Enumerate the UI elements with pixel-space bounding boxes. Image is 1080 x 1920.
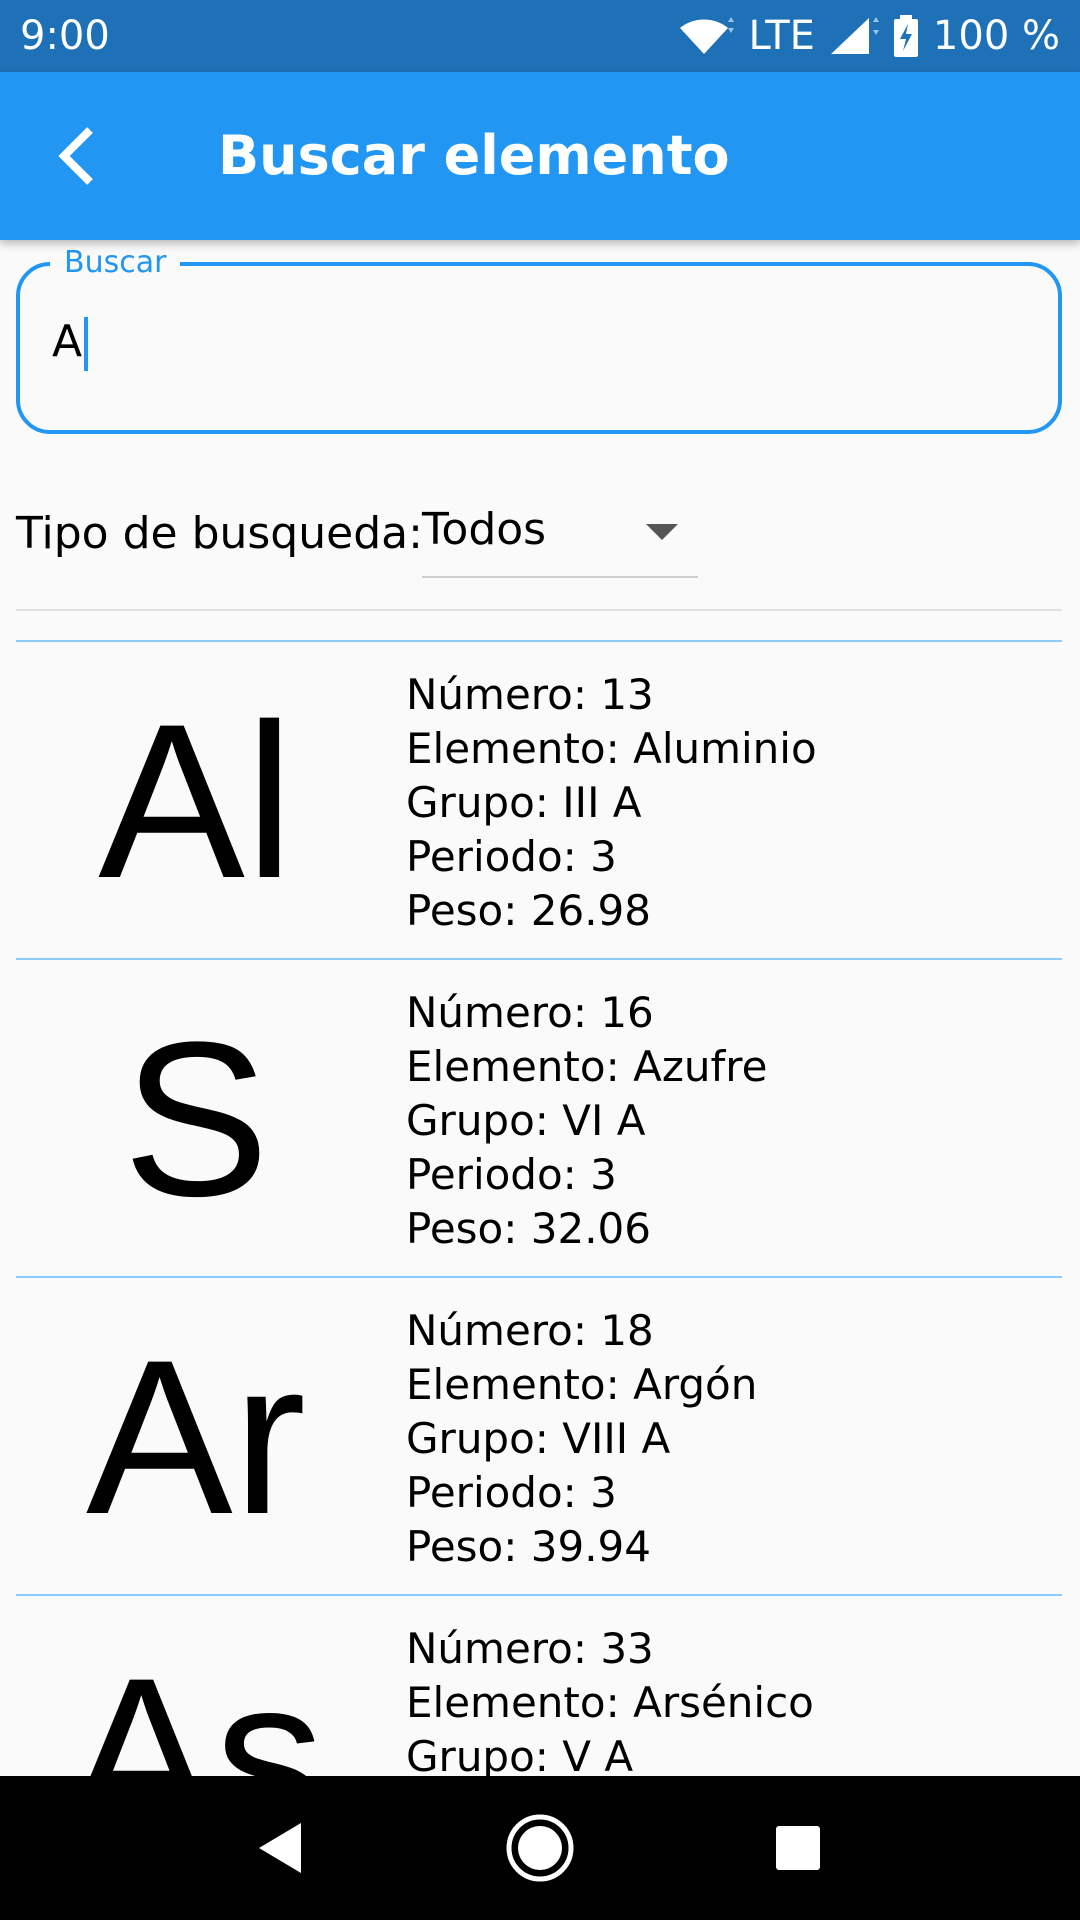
nav-back-button[interactable]	[208, 1776, 352, 1920]
element-symbol: Al	[98, 678, 294, 924]
results-list[interactable]: Al Número: 13 Elemento: Aluminio Grupo: …	[16, 640, 1062, 1776]
status-time: 9:00	[20, 13, 110, 59]
search-value-wrap: A	[52, 312, 89, 372]
wifi-icon	[680, 17, 735, 55]
chevron-left-icon	[58, 127, 93, 185]
element-group: Grupo: VI A	[406, 1096, 646, 1145]
divider	[16, 609, 1062, 611]
search-type-row: Tipo de busqueda:	[16, 500, 423, 566]
text-cursor	[84, 317, 89, 371]
element-info: Número: 18 Elemento: Argón Grupo: VIII A…	[406, 1304, 757, 1574]
element-period: Periodo: 3	[406, 1468, 617, 1517]
element-info: Número: 13 Elemento: Aluminio Grupo: III…	[406, 668, 817, 938]
element-weight: Peso: 26.98	[406, 886, 651, 935]
battery-charging-icon	[893, 15, 918, 57]
element-weight: Peso: 39.94	[406, 1522, 651, 1571]
search-label: Buscar	[50, 244, 181, 282]
element-number: Número: 18	[406, 1306, 654, 1355]
element-name: Elemento: Argón	[406, 1360, 758, 1409]
element-group: Grupo: V A	[406, 1732, 634, 1776]
list-item[interactable]: Al Número: 13 Elemento: Aluminio Grupo: …	[16, 640, 1062, 958]
list-item[interactable]: S Número: 16 Elemento: Azufre Grupo: VI …	[16, 958, 1062, 1276]
search-value: A	[52, 316, 83, 367]
circle-home-icon	[506, 1814, 574, 1882]
element-number: Número: 16	[406, 988, 654, 1037]
element-period: Periodo: 3	[406, 1150, 617, 1199]
square-recents-icon	[776, 1826, 820, 1870]
element-period: Periodo: 3	[406, 832, 617, 881]
element-number: Número: 33	[406, 1624, 654, 1673]
element-symbol: S	[122, 996, 270, 1242]
element-name: Elemento: Aluminio	[406, 724, 817, 773]
search-type-dropdown[interactable]: Todos	[422, 490, 698, 578]
element-group: Grupo: III A	[406, 778, 642, 827]
element-group: Grupo: VIII A	[406, 1414, 671, 1463]
element-symbol: Ar	[86, 1314, 306, 1560]
search-input[interactable]: Buscar A	[16, 244, 1062, 434]
status-icons: LTE 100 %	[678, 13, 1060, 59]
navigation-bar	[0, 1776, 1080, 1920]
app-bar: Buscar elemento	[0, 72, 1080, 240]
status-bar: 9:00 LTE 100 %	[0, 0, 1080, 72]
nav-home-button[interactable]	[468, 1776, 612, 1920]
list-item[interactable]: As Número: 33 Elemento: Arsénico Grupo: …	[16, 1594, 1062, 1776]
signal-icon	[830, 17, 879, 54]
element-name: Elemento: Arsénico	[406, 1678, 814, 1727]
element-symbol: As	[67, 1632, 325, 1776]
element-number: Número: 13	[406, 670, 654, 719]
element-weight: Peso: 32.06	[406, 1204, 651, 1253]
battery-level: 100 %	[932, 13, 1060, 59]
network-type: LTE	[748, 13, 815, 59]
nav-recents-button[interactable]	[726, 1776, 870, 1920]
element-name: Elemento: Azufre	[406, 1042, 768, 1091]
element-info: Número: 33 Elemento: Arsénico Grupo: V A	[406, 1622, 814, 1776]
search-type-label: Tipo de busqueda:	[16, 507, 423, 559]
list-item[interactable]: Ar Número: 18 Elemento: Argón Grupo: VII…	[16, 1276, 1062, 1594]
dropdown-arrow-icon	[646, 524, 678, 540]
search-type-value: Todos	[422, 504, 547, 555]
triangle-back-icon	[259, 1823, 301, 1873]
page-title: Buscar elemento	[218, 124, 730, 187]
back-button[interactable]	[26, 106, 126, 206]
element-info: Número: 16 Elemento: Azufre Grupo: VI A …	[406, 986, 767, 1256]
